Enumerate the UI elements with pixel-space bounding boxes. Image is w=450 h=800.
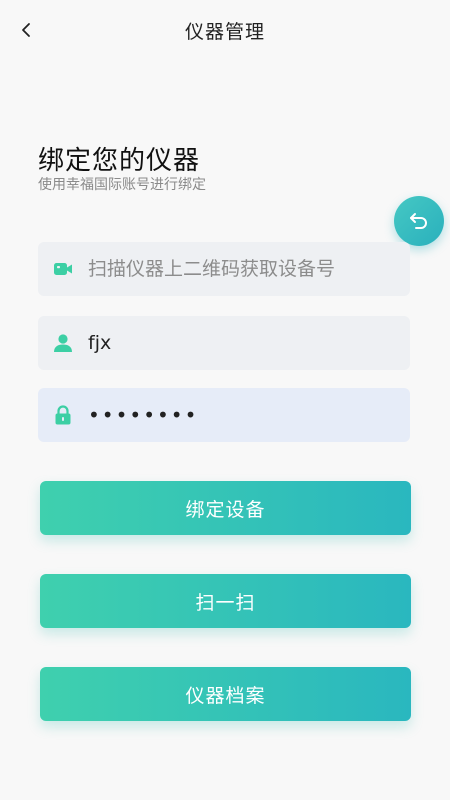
undo-button[interactable] bbox=[394, 196, 444, 246]
bind-subheading: 使用幸福国际账号进行绑定 bbox=[38, 177, 206, 193]
back-button[interactable] bbox=[8, 12, 44, 48]
bind-heading: 绑定您的仪器 bbox=[38, 146, 201, 176]
device-number-input[interactable] bbox=[88, 242, 410, 296]
lock-icon bbox=[55, 405, 71, 425]
top-bar: 仪器管理 bbox=[0, 0, 450, 60]
user-icon bbox=[54, 334, 72, 352]
undo-icon bbox=[410, 213, 427, 229]
scan-button[interactable]: 扫一扫 bbox=[40, 574, 411, 628]
user-field-icon-wrap bbox=[38, 316, 88, 370]
username-field bbox=[38, 316, 410, 370]
password-input[interactable] bbox=[88, 388, 410, 442]
password-field bbox=[38, 388, 410, 442]
page-title: 仪器管理 bbox=[184, 20, 265, 43]
device-number-field bbox=[38, 242, 410, 296]
video-camera-icon bbox=[54, 263, 72, 275]
instrument-management-page: 仪器管理 绑定您的仪器 使用幸福国际账号进行绑定 扫描仪器上二维码获取设备号 f… bbox=[0, 0, 450, 800]
username-input[interactable] bbox=[88, 316, 410, 370]
password-field-icon-wrap bbox=[38, 388, 88, 442]
scan-field-icon-wrap bbox=[38, 242, 88, 296]
chevron-left-icon bbox=[22, 23, 30, 37]
instrument-archive-button[interactable]: 仪器档案 bbox=[40, 667, 411, 721]
bind-device-button[interactable]: 绑定设备 bbox=[40, 481, 411, 535]
